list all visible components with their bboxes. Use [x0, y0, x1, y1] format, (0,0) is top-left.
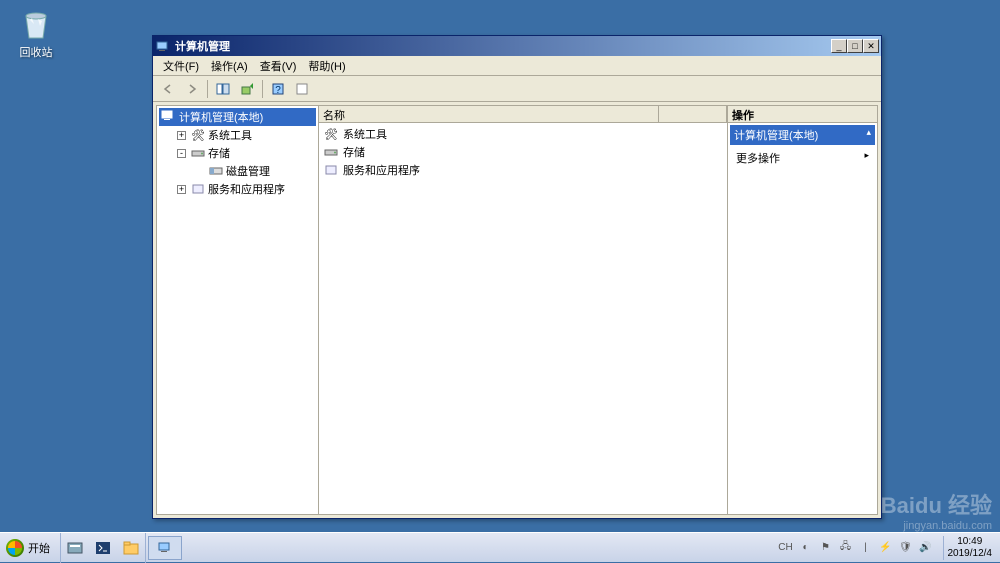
tray-network-icon[interactable]: 🖧 [839, 541, 853, 555]
tree-label: 系统工具 [208, 127, 252, 143]
export-button[interactable] [236, 78, 258, 100]
minimize-button[interactable]: _ [831, 39, 847, 53]
list-item-services-apps[interactable]: 服务和应用程序 [321, 161, 725, 179]
tree-label: 存储 [208, 145, 230, 161]
tree-label: 磁盘管理 [226, 163, 270, 179]
column-blank [659, 106, 727, 122]
forward-button [181, 78, 203, 100]
tools-icon: 🛠 [323, 127, 339, 141]
clock-time: 10:49 [948, 536, 993, 548]
column-name[interactable]: 名称 [319, 106, 659, 122]
tray-power-icon[interactable]: ⚡ [879, 541, 893, 555]
tree-item-services-apps[interactable]: + 服务和应用程序 [159, 180, 316, 198]
recycle-bin-label: 回收站 [12, 44, 60, 60]
quick-launch [61, 533, 146, 563]
lang-indicator[interactable]: CH [779, 541, 793, 555]
help-button[interactable]: ? [267, 78, 289, 100]
clock-date: 2019/12/4 [948, 548, 993, 560]
watermark: Baidu 经验 jingyan.baidu.com [881, 488, 992, 532]
computer-management-window: 计算机管理 _ □ ✕ 文件(F) 操作(A) 查看(V) 帮助(H) ? 计算… [152, 35, 882, 519]
tray-security-icon[interactable]: 🛡 [899, 541, 913, 555]
toolbar: ? [153, 76, 881, 102]
expand-icon[interactable]: + [177, 131, 186, 140]
close-button[interactable]: ✕ [863, 39, 879, 53]
tray-action-center-icon[interactable]: ⚑ [819, 541, 833, 555]
menu-file[interactable]: 文件(F) [157, 56, 205, 76]
app-icon [155, 38, 171, 54]
ql-explorer[interactable] [117, 534, 145, 562]
titlebar[interactable]: 计算机管理 _ □ ✕ [153, 36, 881, 56]
taskbar-item-computer-management[interactable] [148, 536, 182, 560]
list-header: 名称 [319, 106, 727, 123]
tree-root-label: 计算机管理(本地) [179, 109, 263, 125]
actions-more[interactable]: 更多操作 [728, 147, 877, 169]
show-hide-tree-button[interactable] [212, 78, 234, 100]
tree-panel: 计算机管理(本地) + 🛠 系统工具 - 存储 磁盘管理 + 服务和应用程序 [157, 106, 319, 514]
tools-icon: 🛠 [190, 128, 206, 142]
recycle-bin-icon [18, 6, 54, 42]
collapse-icon[interactable]: - [177, 149, 186, 158]
start-button[interactable]: 开始 [0, 533, 61, 563]
services-icon [190, 182, 206, 196]
desktop-recycle-bin[interactable]: 回收站 [12, 6, 60, 60]
client-area: 计算机管理(本地) + 🛠 系统工具 - 存储 磁盘管理 + 服务和应用程序 [156, 105, 878, 515]
tray-volume-icon[interactable]: 🔊 [919, 541, 933, 555]
svg-text:?: ? [275, 85, 281, 96]
menu-action[interactable]: 操作(A) [205, 56, 254, 76]
list-label: 服务和应用程序 [343, 162, 420, 178]
storage-icon [323, 145, 339, 159]
menubar: 文件(F) 操作(A) 查看(V) 帮助(H) [153, 56, 881, 76]
actions-panel: 操作 计算机管理(本地) 更多操作 [727, 106, 877, 514]
storage-icon [190, 146, 206, 160]
taskbar-clock[interactable]: 10:49 2019/12/4 [943, 536, 997, 560]
tree-root[interactable]: 计算机管理(本地) [159, 108, 316, 126]
expand-icon[interactable]: + [177, 185, 186, 194]
list-panel: 名称 🛠 系统工具 存储 服务和应用程序 [319, 106, 727, 514]
maximize-button[interactable]: □ [847, 39, 863, 53]
tree-label: 服务和应用程序 [208, 181, 285, 197]
start-label: 开始 [28, 540, 50, 556]
tray-sep: | [859, 541, 873, 555]
computer-icon [161, 110, 177, 124]
actions-header: 操作 [728, 106, 877, 123]
refresh-button[interactable] [291, 78, 313, 100]
services-icon [323, 163, 339, 177]
actions-title[interactable]: 计算机管理(本地) [730, 125, 875, 145]
list-item-storage[interactable]: 存储 [321, 143, 725, 161]
tree-item-storage[interactable]: - 存储 [159, 144, 316, 162]
menu-help[interactable]: 帮助(H) [302, 56, 351, 76]
tree-item-disk-management[interactable]: 磁盘管理 [159, 162, 316, 180]
computer-icon [157, 540, 173, 556]
ql-powershell[interactable] [89, 534, 117, 562]
disk-icon [208, 164, 224, 178]
taskbar: 开始 CH ◐ ⚑ 🖧 | ⚡ 🛡 🔊 10:49 2019/12/4 [0, 532, 1000, 562]
back-button [157, 78, 179, 100]
window-title: 计算机管理 [175, 38, 831, 54]
system-tray: CH ◐ ⚑ 🖧 | ⚡ 🛡 🔊 10:49 2019/12/4 [775, 533, 1000, 563]
list-label: 存储 [343, 144, 365, 160]
tray-updates-icon[interactable]: ◐ [799, 541, 813, 555]
windows-orb-icon [6, 539, 24, 557]
list-item-system-tools[interactable]: 🛠 系统工具 [321, 125, 725, 143]
tree-item-system-tools[interactable]: + 🛠 系统工具 [159, 126, 316, 144]
menu-view[interactable]: 查看(V) [254, 56, 303, 76]
ql-server-manager[interactable] [61, 534, 89, 562]
list-label: 系统工具 [343, 126, 387, 142]
